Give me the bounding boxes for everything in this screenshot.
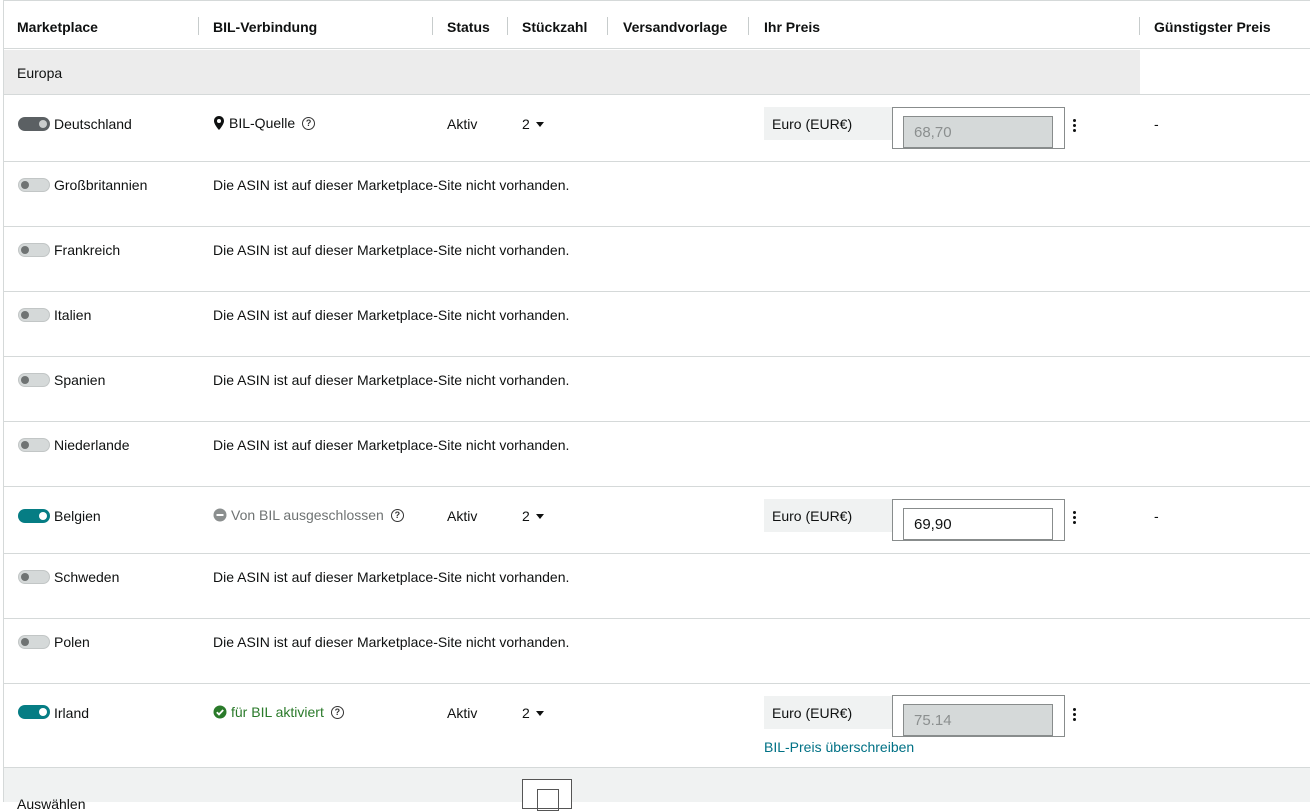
not-available-notice: Die ASIN ist auf dieser Marketplace-Site… <box>213 372 570 388</box>
header-quantity: Stückzahl <box>522 19 588 35</box>
marketplace-name: Deutschland <box>54 116 132 132</box>
table-row-polen: Polen Die ASIN ist auf dieser Marketplac… <box>4 619 1310 684</box>
marketplace-toggle[interactable] <box>18 373 50 387</box>
table-row-frankreich: Frankreich Die ASIN ist auf dieser Marke… <box>4 227 1310 292</box>
quantity-dropdown[interactable]: 2 <box>522 508 544 524</box>
marketplace-name: Frankreich <box>54 242 121 258</box>
price-field-wrapper: 75.14 <box>892 695 1065 737</box>
more-options-icon[interactable] <box>1073 119 1077 132</box>
excluded-icon <box>213 508 227 522</box>
help-icon[interactable]: ? <box>330 705 344 719</box>
header-separator <box>607 17 608 35</box>
not-available-notice: Die ASIN ist auf dieser Marketplace-Site… <box>213 242 570 258</box>
quantity-dropdown[interactable]: 2 <box>522 116 544 132</box>
header-lowest-price: Günstigster Preis <box>1154 19 1271 35</box>
more-options-icon[interactable] <box>1073 511 1077 524</box>
table-row-grossbritannien: Großbritannien Die ASIN ist auf dieser M… <box>4 162 1310 227</box>
bil-connection: BIL-Quelle ? <box>213 115 316 131</box>
marketplace-toggle[interactable] <box>18 117 50 131</box>
not-available-notice: Die ASIN ist auf dieser Marketplace-Site… <box>213 177 570 193</box>
marketplace-toggle[interactable] <box>18 178 50 192</box>
header-status: Status <box>447 19 490 35</box>
not-available-notice: Die ASIN ist auf dieser Marketplace-Site… <box>213 437 570 453</box>
help-icon[interactable]: ? <box>390 508 404 522</box>
status-value: Aktiv <box>447 508 478 524</box>
group-label: Europa <box>17 65 63 81</box>
table-row-deutschland: Deutschland BIL-Quelle ? Aktiv 2 Euro (E… <box>4 95 1310 162</box>
marketplace-name: Belgien <box>54 508 101 524</box>
table-row-niederlande: Niederlande Die ASIN ist auf dieser Mark… <box>4 422 1310 487</box>
marketplace-name: Niederlande <box>54 437 130 453</box>
footer-label: Auswählen <box>17 796 86 812</box>
header-separator <box>198 17 199 35</box>
marketplace-toggle[interactable] <box>18 705 50 719</box>
header-shipping-template: Versandvorlage <box>623 19 728 35</box>
currency-label: Euro (EUR€) <box>764 499 892 532</box>
quantity-value: 2 <box>522 508 530 524</box>
header-bil-connection: BIL-Verbindung <box>213 19 318 35</box>
header-your-price: Ihr Preis <box>764 19 821 35</box>
header-marketplace: Marketplace <box>17 19 98 35</box>
caret-down-icon <box>535 710 544 716</box>
currency-label: Euro (EUR€) <box>764 696 892 729</box>
marketplace-name: Irland <box>54 705 90 721</box>
table-row-schweden: Schweden Die ASIN ist auf dieser Marketp… <box>4 554 1310 619</box>
marketplace-toggle[interactable] <box>18 243 50 257</box>
marketplace-name: Spanien <box>54 372 106 388</box>
header-separator <box>748 17 749 35</box>
caret-down-icon <box>535 121 544 127</box>
status-value: Aktiv <box>447 116 478 132</box>
more-options-icon[interactable] <box>1073 708 1077 721</box>
price-field-wrapper: 68,70 <box>892 107 1065 149</box>
bil-connection-label: für BIL aktiviert <box>231 704 324 720</box>
marketplace-name: Polen <box>54 634 90 650</box>
marketplace-name: Großbritannien <box>54 177 148 193</box>
price-field-wrapper: 69,90 <box>892 499 1065 541</box>
header-separator <box>1139 17 1140 35</box>
bil-connection-label: BIL-Quelle <box>229 115 296 131</box>
quantity-value: 2 <box>522 116 530 132</box>
price-input[interactable]: 75.14 <box>903 704 1053 736</box>
bil-connection-label: Von BIL ausgeschlossen <box>231 507 384 523</box>
table-footer: Auswählen <box>4 767 1310 812</box>
group-row-europe: Europa <box>4 50 1140 94</box>
price-input[interactable]: 69,90 <box>903 508 1053 540</box>
currency-label: Euro (EUR€) <box>764 107 892 140</box>
header-separator <box>507 17 508 35</box>
status-value: Aktiv <box>447 705 478 721</box>
table-row-spanien: Spanien Die ASIN ist auf dieser Marketpl… <box>4 357 1310 422</box>
header-separator <box>432 17 433 35</box>
not-available-notice: Die ASIN ist auf dieser Marketplace-Site… <box>213 634 570 650</box>
marketplace-name: Schweden <box>54 569 120 585</box>
not-available-notice: Die ASIN ist auf dieser Marketplace-Site… <box>213 307 570 323</box>
lowest-price-value: - <box>1154 508 1159 524</box>
not-available-notice: Die ASIN ist auf dieser Marketplace-Site… <box>213 569 570 585</box>
table-header: Marketplace BIL-Verbindung Status Stückz… <box>4 1 1310 49</box>
marketplace-toggle[interactable] <box>18 438 50 452</box>
location-pin-icon <box>214 116 224 130</box>
marketplace-toggle[interactable] <box>18 570 50 584</box>
price-input[interactable]: 68,70 <box>903 116 1053 148</box>
help-icon[interactable]: ? <box>302 116 316 130</box>
bil-connection: für BIL aktiviert ? <box>213 704 344 720</box>
override-bil-price-link[interactable]: BIL-Preis überschreiben <box>764 739 914 755</box>
marketplace-toggle[interactable] <box>18 635 50 649</box>
check-circle-icon <box>213 705 227 719</box>
lowest-price-value: - <box>1154 116 1159 132</box>
quantity-value: 2 <box>522 705 530 721</box>
table-row-irland: Irland für BIL aktiviert ? Aktiv 2 Euro … <box>4 684 1310 767</box>
select-all-checkbox[interactable] <box>522 779 572 811</box>
marketplace-toggle[interactable] <box>18 509 50 523</box>
table-row-italien: Italien Die ASIN ist auf dieser Marketpl… <box>4 292 1310 357</box>
caret-down-icon <box>535 513 544 519</box>
marketplace-toggle[interactable] <box>18 308 50 322</box>
quantity-dropdown[interactable]: 2 <box>522 705 544 721</box>
bil-connection: Von BIL ausgeschlossen ? <box>213 507 404 523</box>
marketplace-name: Italien <box>54 307 92 323</box>
table-row-belgien: Belgien Von BIL ausgeschlossen ? Aktiv 2… <box>4 487 1310 554</box>
